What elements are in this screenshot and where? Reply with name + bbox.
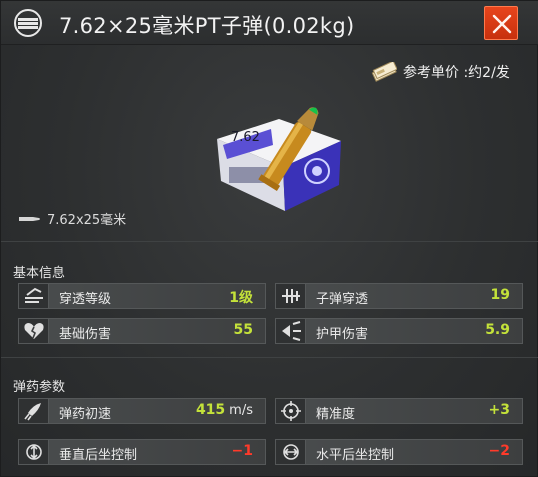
stat-value: 55 bbox=[233, 322, 253, 338]
broken-heart-icon bbox=[24, 323, 44, 339]
item-detail-panel: 7.62×25毫米PT子弹(0.02kg) 参考单价 :约2/发 7.62 7.… bbox=[0, 0, 538, 477]
stat-value: 415 m/s bbox=[196, 402, 253, 418]
section-ammo-title: 弹药参数 bbox=[13, 380, 66, 395]
stat-vertical-recoil: 垂直后坐控制 −1 bbox=[18, 439, 266, 465]
stat-label: 穿透等级 bbox=[59, 292, 112, 307]
stat-value: +3 bbox=[488, 402, 510, 418]
stat-label: 水平后坐控制 bbox=[316, 448, 395, 463]
stat-value: 1级 bbox=[229, 290, 253, 306]
box-label: 7.62 bbox=[231, 130, 260, 145]
stat-horizontal-recoil: 水平后坐控制 −2 bbox=[275, 439, 523, 465]
divider bbox=[1, 241, 538, 242]
crosshair-icon bbox=[281, 401, 301, 421]
armor-damage-icon bbox=[282, 321, 301, 341]
stat-label: 垂直后坐控制 bbox=[59, 448, 138, 463]
stat-value: 5.9 bbox=[485, 322, 510, 338]
stat-bullet-penetration: 子弹穿透 19 bbox=[275, 283, 523, 309]
reference-price: 参考单价 :约2/发 bbox=[371, 61, 510, 83]
stat-unit: m/s bbox=[229, 403, 253, 418]
bullet-icon bbox=[19, 216, 40, 221]
money-icon bbox=[371, 62, 397, 82]
ammo-box-image: 7.62 bbox=[217, 107, 341, 211]
stat-armor-damage: 护甲伤害 5.9 bbox=[275, 318, 523, 344]
stat-penetration-level: 穿透等级 1级 bbox=[18, 283, 266, 309]
muzzle-velocity-icon bbox=[24, 403, 41, 421]
bullet-penetration-icon bbox=[282, 289, 300, 303]
title-bar: 7.62×25毫米PT子弹(0.02kg) bbox=[1, 1, 538, 45]
item-title: 7.62×25毫米PT子弹(0.02kg) bbox=[59, 14, 355, 38]
stat-label: 护甲伤害 bbox=[316, 327, 369, 342]
stat-base-damage: 基础伤害 55 bbox=[18, 318, 266, 344]
caliber-row: 7.62x25毫米 bbox=[19, 209, 126, 228]
horizontal-recoil-icon bbox=[283, 444, 299, 460]
reference-price-text: 参考单价 :约2/发 bbox=[403, 65, 510, 81]
penetration-level-icon bbox=[25, 287, 43, 303]
stat-label: 基础伤害 bbox=[59, 327, 112, 342]
stat-value-number: 415 bbox=[195, 402, 226, 418]
stat-muzzle-velocity: 弹药初速 415 m/s bbox=[18, 398, 266, 424]
section-basic-title: 基本信息 bbox=[13, 266, 66, 281]
caliber-text: 7.62x25毫米 bbox=[47, 213, 127, 228]
stat-label: 弹药初速 bbox=[59, 407, 112, 422]
divider bbox=[1, 357, 538, 358]
stat-value: −1 bbox=[231, 443, 253, 459]
stat-label: 子弹穿透 bbox=[316, 292, 369, 307]
stat-accuracy: 精准度 +3 bbox=[275, 398, 523, 424]
close-icon bbox=[492, 14, 512, 34]
vertical-recoil-icon bbox=[26, 444, 42, 460]
ammo-category-icon bbox=[14, 9, 42, 37]
stat-label: 精准度 bbox=[316, 407, 356, 422]
close-button[interactable] bbox=[484, 6, 518, 40]
stat-value: 19 bbox=[490, 287, 510, 303]
stat-value: −2 bbox=[488, 443, 510, 459]
